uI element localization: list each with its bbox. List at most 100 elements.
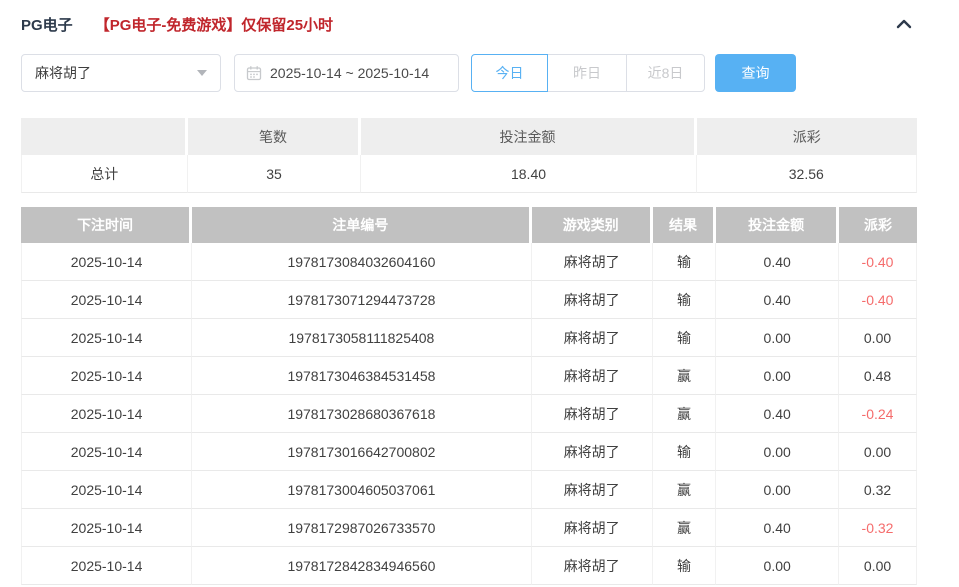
result: 赢 <box>652 509 717 547</box>
bet-amount: 0.40 <box>716 243 840 281</box>
game-category: 麻将胡了 <box>531 547 653 585</box>
bet-amount: 0.40 <box>716 281 840 319</box>
panel-title: PG电子 <box>21 16 73 34</box>
summary-total-bet-amount: 18.40 <box>361 155 697 193</box>
chevron-down-icon <box>197 70 207 76</box>
detail-header-bet-time: 下注时间 <box>21 207 193 243</box>
bet-date: 2025-10-14 <box>21 319 193 357</box>
calendar-icon <box>246 66 262 81</box>
bet-date: 2025-10-14 <box>21 243 193 281</box>
table-row: 2025-10-14 1978173058111825408 麻将胡了 输 0.… <box>21 319 917 357</box>
bet-date: 2025-10-14 <box>21 433 193 471</box>
bet-amount: 0.40 <box>716 509 840 547</box>
order-id: 1978173004605037061 <box>192 471 532 509</box>
game-category: 麻将胡了 <box>531 433 653 471</box>
bet-date: 2025-10-14 <box>21 509 193 547</box>
result: 输 <box>652 319 717 357</box>
payout: 0.00 <box>839 547 917 585</box>
yesterday-button[interactable]: 昨日 <box>547 54 627 92</box>
table-row: 2025-10-14 1978172842834946560 麻将胡了 输 0.… <box>21 547 917 585</box>
detail-header-result: 结果 <box>652 207 717 243</box>
bet-date: 2025-10-14 <box>21 281 193 319</box>
game-category: 麻将胡了 <box>531 395 653 433</box>
summary-header-row: 笔数 投注金额 派彩 <box>21 118 917 155</box>
summary-total-count: 35 <box>187 155 362 193</box>
detail-header-order-id: 注单编号 <box>192 207 532 243</box>
query-button[interactable]: 查询 <box>715 54 796 92</box>
detail-header-payout: 派彩 <box>839 207 917 243</box>
game-category: 麻将胡了 <box>531 509 653 547</box>
order-id: 1978173071294473728 <box>192 281 532 319</box>
order-id: 1978173058111825408 <box>192 319 532 357</box>
table-row: 2025-10-14 1978173004605037061 麻将胡了 赢 0.… <box>21 471 917 509</box>
order-id: 1978172987026733570 <box>192 509 532 547</box>
result: 赢 <box>652 471 717 509</box>
chevron-up-icon <box>896 19 912 29</box>
bet-date: 2025-10-14 <box>21 395 193 433</box>
panel-notice: 【PG电子-免费游戏】仅保留25小时 <box>94 16 334 34</box>
table-row: 2025-10-14 1978172987026733570 麻将胡了 赢 0.… <box>21 509 917 547</box>
game-category: 麻将胡了 <box>531 281 653 319</box>
date-range-value: 2025-10-14 ~ 2025-10-14 <box>270 65 430 81</box>
last-8-days-button[interactable]: 近8日 <box>626 54 705 92</box>
order-id: 1978173084032604160 <box>192 243 532 281</box>
summary-total-payout: 32.56 <box>696 155 917 193</box>
pg-games-panel: PG电子 【PG电子-免费游戏】仅保留25小时 麻将胡了 2025-10-14 … <box>21 0 917 585</box>
summary-total-label: 总计 <box>21 155 188 193</box>
game-category: 麻将胡了 <box>531 319 653 357</box>
table-row: 2025-10-14 1978173028680367618 麻将胡了 赢 0.… <box>21 395 917 433</box>
result: 输 <box>652 547 717 585</box>
bet-amount: 0.00 <box>716 547 840 585</box>
bet-date: 2025-10-14 <box>21 357 193 395</box>
result: 输 <box>652 243 717 281</box>
game-category: 麻将胡了 <box>531 471 653 509</box>
bet-amount: 0.40 <box>716 395 840 433</box>
game-select-value: 麻将胡了 <box>35 65 91 81</box>
collapse-button[interactable] <box>893 13 917 35</box>
summary-total-row: 总计 35 18.40 32.56 <box>21 155 917 193</box>
game-category: 麻将胡了 <box>531 243 653 281</box>
summary-header-blank <box>21 118 188 155</box>
bet-amount: 0.00 <box>716 319 840 357</box>
order-id: 1978173046384531458 <box>192 357 532 395</box>
payout: 0.00 <box>839 433 917 471</box>
summary-header-bet-amount: 投注金额 <box>361 118 697 155</box>
result: 赢 <box>652 395 717 433</box>
payout: -0.24 <box>839 395 917 433</box>
game-category: 麻将胡了 <box>531 357 653 395</box>
summary-table: 笔数 投注金额 派彩 总计 35 18.40 32.56 <box>21 118 917 193</box>
payout: -0.40 <box>839 281 917 319</box>
order-id: 1978173016642700802 <box>192 433 532 471</box>
payout: 0.00 <box>839 319 917 357</box>
order-id: 1978173028680367618 <box>192 395 532 433</box>
detail-table-body: 2025-10-14 1978173084032604160 麻将胡了 输 0.… <box>21 243 917 585</box>
payout: 0.32 <box>839 471 917 509</box>
date-range-input[interactable]: 2025-10-14 ~ 2025-10-14 <box>234 54 459 92</box>
bet-amount: 0.00 <box>716 357 840 395</box>
game-select[interactable]: 麻将胡了 <box>21 54 221 92</box>
result: 赢 <box>652 357 717 395</box>
table-row: 2025-10-14 1978173084032604160 麻将胡了 输 0.… <box>21 243 917 281</box>
quick-date-button-group: 今日 昨日 近8日 <box>471 54 705 92</box>
panel-header: PG电子 【PG电子-免费游戏】仅保留25小时 <box>21 0 917 36</box>
order-id: 1978172842834946560 <box>192 547 532 585</box>
table-row: 2025-10-14 1978173016642700802 麻将胡了 输 0.… <box>21 433 917 471</box>
bet-amount: 0.00 <box>716 471 840 509</box>
bet-records-table: 下注时间 注单编号 游戏类别 结果 投注金额 派彩 2025-10-14 197… <box>21 207 917 585</box>
detail-header-game-category: 游戏类别 <box>531 207 653 243</box>
summary-header-payout: 派彩 <box>696 118 917 155</box>
table-row: 2025-10-14 1978173071294473728 麻将胡了 输 0.… <box>21 281 917 319</box>
result: 输 <box>652 281 717 319</box>
table-row: 2025-10-14 1978173046384531458 麻将胡了 赢 0.… <box>21 357 917 395</box>
payout: -0.40 <box>839 243 917 281</box>
bet-date: 2025-10-14 <box>21 471 193 509</box>
summary-header-count: 笔数 <box>187 118 362 155</box>
result: 输 <box>652 433 717 471</box>
filter-row: 麻将胡了 2025-10-14 ~ 2025-10-14 今日 昨日 近8日 查… <box>21 54 917 92</box>
detail-header-row: 下注时间 注单编号 游戏类别 结果 投注金额 派彩 <box>21 207 917 243</box>
payout: -0.32 <box>839 509 917 547</box>
payout: 0.48 <box>839 357 917 395</box>
detail-header-bet-amount: 投注金额 <box>716 207 840 243</box>
bet-amount: 0.00 <box>716 433 840 471</box>
today-button[interactable]: 今日 <box>471 54 548 92</box>
